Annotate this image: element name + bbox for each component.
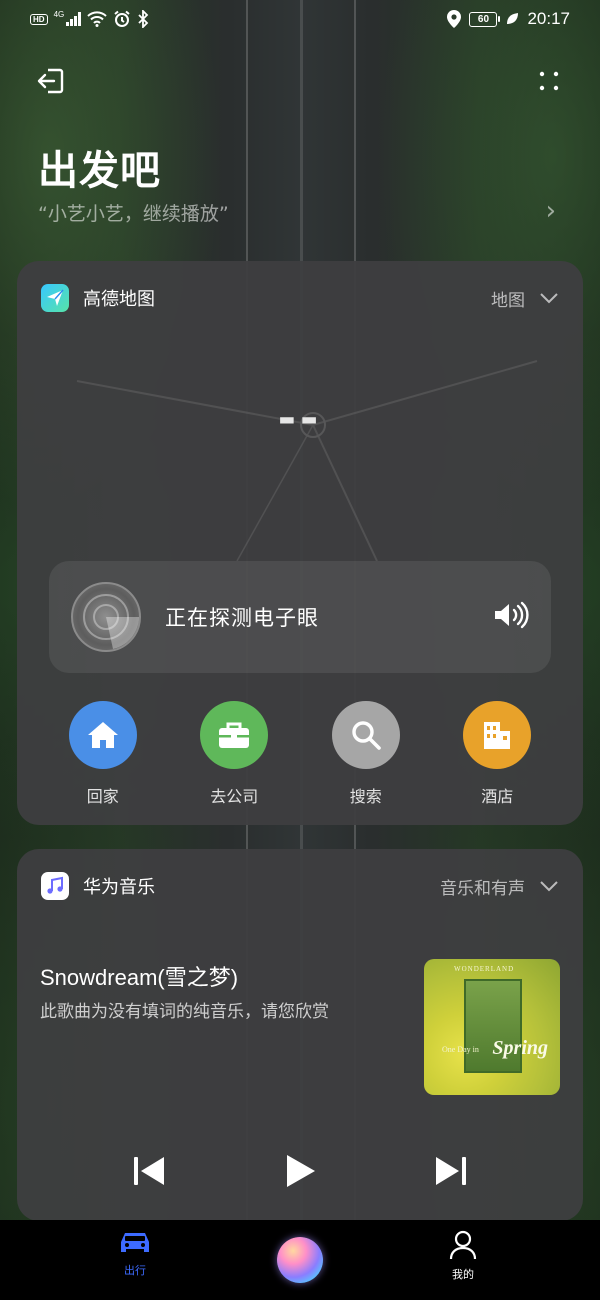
company-button[interactable] xyxy=(200,701,269,769)
map-category-dropdown[interactable]: 地图 xyxy=(491,286,559,311)
music-app-name: 华为音乐 xyxy=(83,877,155,898)
search-icon xyxy=(352,721,381,750)
nav-label-travel: 出行 xyxy=(124,1264,146,1277)
quick-action-hotel[interactable]: 酒店 xyxy=(452,701,542,807)
exit-button[interactable] xyxy=(34,64,68,98)
album-text-small: One Day in xyxy=(442,1045,479,1054)
chevron-right-icon[interactable]: › xyxy=(546,196,556,226)
map-card: 高德地图 地图 -- 正在探测电子眼 回家 去公司 搜索 酒店 xyxy=(17,261,583,825)
quick-action-company[interactable]: 去公司 xyxy=(189,701,279,807)
quick-action-home[interactable]: 回家 xyxy=(58,701,148,807)
chevron-down-icon xyxy=(540,293,558,304)
amap-app-icon xyxy=(41,284,69,312)
search-button[interactable] xyxy=(331,701,400,769)
nav-item-mine[interactable]: 我的 xyxy=(423,1230,503,1282)
clock: 20:17 xyxy=(527,9,570,28)
album-cover[interactable]: WONDERLAND One Day in Spring xyxy=(424,959,560,1095)
play-icon xyxy=(287,1155,315,1187)
bluetooth-icon xyxy=(138,10,149,28)
voice-hint[interactable]: “小艺小艺，继续播放” xyxy=(38,199,229,226)
quick-action-search[interactable]: 搜索 xyxy=(321,701,411,807)
camera-detect-panel: 正在探测电子眼 xyxy=(49,561,551,673)
alarm-icon xyxy=(114,10,130,27)
map-view[interactable]: -- xyxy=(17,321,583,561)
search-label: 搜索 xyxy=(349,787,382,806)
network-type: 4G xyxy=(53,10,65,19)
eco-leaf-icon xyxy=(507,13,519,24)
playback-controls xyxy=(17,1149,583,1193)
nav-item-travel[interactable]: 出行 xyxy=(95,1230,175,1278)
map-category-label: 地图 xyxy=(491,290,525,311)
play-button[interactable] xyxy=(278,1149,322,1193)
page-title: 出发吧 xyxy=(38,148,161,194)
next-icon xyxy=(436,1157,466,1185)
bottom-nav: 出行 我的 xyxy=(0,1220,600,1300)
hotel-button[interactable] xyxy=(463,701,532,769)
music-category-dropdown[interactable]: 音乐和有声 xyxy=(440,874,559,899)
more-dots-icon xyxy=(539,71,559,91)
previous-icon xyxy=(134,1157,164,1185)
home-label: 回家 xyxy=(86,787,119,806)
nav-label-mine: 我的 xyxy=(452,1268,474,1281)
radar-icon xyxy=(71,582,141,652)
next-button[interactable] xyxy=(429,1149,473,1193)
signal-icon xyxy=(66,12,82,26)
hotel-label: 酒店 xyxy=(481,787,514,806)
car-icon xyxy=(121,1233,149,1252)
hd-icon: HD xyxy=(30,13,48,25)
huawei-music-app-icon xyxy=(41,872,69,900)
speed-display: -- xyxy=(277,393,323,444)
chevron-down-icon xyxy=(540,881,558,892)
home-icon xyxy=(87,722,118,748)
volume-button[interactable] xyxy=(493,601,529,633)
user-icon xyxy=(449,1230,477,1260)
previous-button[interactable] xyxy=(127,1149,171,1193)
album-top-text: WONDERLAND xyxy=(454,965,515,973)
map-app-name: 高德地图 xyxy=(83,289,155,310)
speaker-icon xyxy=(495,601,529,629)
music-category-label: 音乐和有声 xyxy=(440,878,525,899)
briefcase-icon xyxy=(219,722,250,748)
home-button[interactable] xyxy=(68,701,137,769)
location-icon xyxy=(447,10,462,28)
quick-actions: 回家 去公司 搜索 酒店 xyxy=(17,701,583,807)
album-text-big: Spring xyxy=(492,1037,548,1059)
music-card: 华为音乐 音乐和有声 Snowdream(雪之梦) 此歌曲为没有填词的纯音乐，请… xyxy=(17,849,583,1221)
company-label: 去公司 xyxy=(210,787,259,806)
wifi-icon xyxy=(87,11,107,27)
status-bar: HD 4G 60 20:17 xyxy=(0,0,600,40)
hotel-icon xyxy=(484,722,511,749)
song-subtitle: 此歌曲为没有填词的纯音乐，请您欣赏 xyxy=(40,1002,329,1022)
detect-status-text: 正在探测电子眼 xyxy=(165,606,319,630)
song-title: Snowdream(雪之梦) xyxy=(40,965,239,990)
battery-indicator: 60 xyxy=(469,11,501,27)
assistant-orb-button[interactable] xyxy=(277,1237,323,1283)
exit-icon xyxy=(37,68,64,94)
more-button[interactable] xyxy=(532,64,566,98)
